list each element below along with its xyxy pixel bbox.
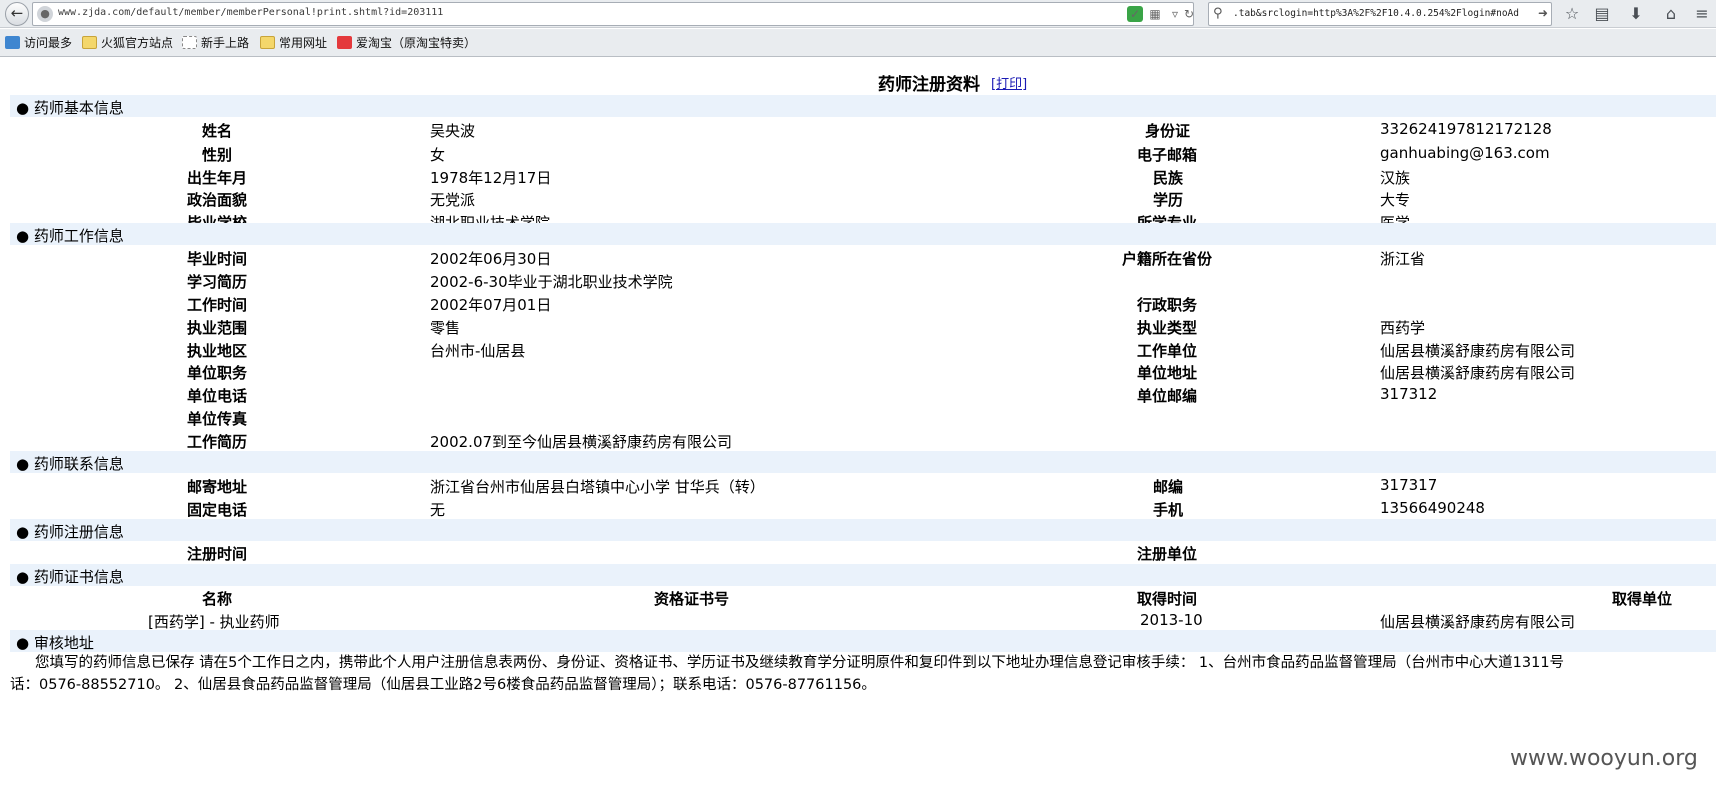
search-text[interactable]: .tab&srclogin=http%3A%2F%2F10.4.0.254%2F… (1233, 8, 1519, 19)
unit-zip-label: 单位邮编 (1137, 387, 1198, 405)
menu-icon[interactable]: ≡ (1692, 4, 1712, 24)
id-value: 332624197812172128 (1380, 120, 1552, 138)
bookmark-list-icon[interactable]: ▤ (1592, 4, 1612, 24)
gender-label: 性别 (202, 146, 233, 164)
unit-address-value: 仙居县横溪舒康药房有限公司 (1380, 364, 1576, 382)
section-work-info: ● 药师工作信息 (10, 223, 1716, 245)
ethnic-label: 民族 (1153, 169, 1184, 187)
section-register-info: ● 药师注册信息 (10, 519, 1716, 541)
bookmark-aitaobao[interactable]: 爱淘宝（原淘宝特卖） (337, 35, 476, 51)
search-box[interactable]: ⚲ .tab&srclogin=http%3A%2F%2F10.4.0.254%… (1208, 2, 1552, 26)
province-label: 户籍所在省份 (1122, 250, 1213, 268)
mail-address-value: 浙江省台州市仙居县白塔镇中心小学 甘华兵（转） (430, 478, 765, 496)
practice-type-value: 西药学 (1380, 319, 1426, 337)
work-resume-value: 2002.07到至今仙居县横溪舒康药房有限公司 (430, 433, 733, 451)
birth-value: 1978年12月17日 (430, 169, 552, 187)
work-start-value: 2002年07月01日 (430, 296, 552, 314)
unit-phone-label: 单位电话 (187, 387, 248, 405)
grad-time-label: 毕业时间 (187, 250, 248, 268)
download-icon[interactable]: ⬇ (1626, 4, 1646, 24)
cert-header-name: 名称 (202, 590, 233, 608)
qr-code-icon[interactable]: ▦ (1147, 6, 1163, 22)
cert-header-date: 取得时间 (1137, 590, 1198, 608)
practice-scope-value: 零售 (430, 319, 461, 337)
go-arrow-icon[interactable]: ➜ (1538, 6, 1548, 20)
mail-address-label: 邮寄地址 (187, 478, 248, 496)
back-arrow-icon[interactable]: ← (5, 2, 29, 26)
practice-area-label: 执业地区 (187, 342, 248, 360)
shield-icon[interactable]: ✓ (1127, 6, 1143, 22)
browser-navbar: ← ● www.zjda.com/default/member/memberPe… (0, 0, 1716, 28)
email-label: 电子邮箱 (1137, 146, 1198, 164)
email-value: ganhuabing@163.com (1380, 144, 1550, 162)
globe-icon: ● (37, 6, 53, 22)
education-label: 学历 (1153, 191, 1184, 209)
bookmark-most-visited[interactable]: 访问最多 (5, 35, 72, 51)
watermark: www.wooyun.org (1510, 746, 1698, 771)
cert-header-number: 资格证书号 (654, 590, 730, 608)
notice-line-2: 话：0576-88552710。 2、仙居县食品药品监督管理局（仙居县工业路2号… (10, 677, 876, 693)
page-icon (182, 36, 197, 49)
page-title: 药师注册资料 (878, 75, 980, 95)
unit-zip-value: 317312 (1380, 385, 1438, 403)
postcode-label: 邮编 (1153, 478, 1184, 496)
grad-time-value: 2002年06月30日 (430, 250, 552, 268)
section-basic-info: ● 药师基本信息 (10, 95, 1716, 117)
section-cert-info: ● 药师证书信息 (10, 564, 1716, 586)
cert-date-value: 2013-10 (1140, 611, 1203, 629)
search-icon: ⚲ (1213, 6, 1223, 21)
cert-header-unit: 取得单位 (1612, 590, 1673, 608)
bookmarks-toolbar: 访问最多 火狐官方站点 新手上路 常用网址 爱淘宝（原淘宝特卖） (0, 29, 1716, 57)
reload-icon[interactable]: ↻ (1181, 6, 1197, 22)
study-history-value: 2002-6-30毕业于湖北职业技术学院 (430, 273, 673, 291)
practice-area-value: 台州市-仙居县 (430, 342, 526, 360)
register-unit-label: 注册单位 (1137, 545, 1198, 563)
home-icon[interactable]: ⌂ (1661, 4, 1681, 24)
mobile-value: 13566490248 (1380, 499, 1485, 517)
address-text[interactable]: www.zjda.com/default/member/memberPerson… (58, 7, 443, 18)
practice-type-label: 执业类型 (1137, 319, 1198, 337)
work-unit-value: 仙居县横溪舒康药房有限公司 (1380, 342, 1576, 360)
star-icon[interactable]: ☆ (1562, 4, 1582, 24)
birth-label: 出生年月 (187, 169, 248, 187)
work-resume-label: 工作简历 (187, 433, 248, 451)
study-history-label: 学习简历 (187, 273, 248, 291)
section-contact-info: ● 药师联系信息 (10, 451, 1716, 473)
cert-name-value: [西药学] - 执业药师 (148, 613, 280, 631)
politics-label: 政治面貌 (187, 191, 248, 209)
work-unit-label: 工作单位 (1137, 342, 1198, 360)
politics-value: 无党派 (430, 191, 476, 209)
mobile-label: 手机 (1153, 501, 1184, 519)
unit-address-label: 单位地址 (1137, 364, 1198, 382)
ethnic-value: 汉族 (1380, 169, 1411, 187)
section-audit-address: ● 审核地址 (10, 630, 1716, 652)
folder-icon (260, 36, 275, 49)
unit-duty-label: 单位职务 (187, 364, 248, 382)
register-time-label: 注册时间 (187, 545, 248, 563)
province-value: 浙江省 (1380, 250, 1426, 268)
bookmark-firefox-site[interactable]: 火狐官方站点 (82, 35, 173, 51)
notice-line-1: 您填写的药师信息已保存 请在5个工作日之内，携带此个人用户注册信息表两份、身份证… (35, 655, 1565, 671)
fixed-phone-value: 无 (430, 501, 446, 519)
gender-value: 女 (430, 146, 446, 164)
bookmark-getting-started[interactable]: 新手上路 (182, 35, 249, 51)
audit-notice: 您填写的药师信息已保存 请在5个工作日之内，携带此个人用户注册信息表两份、身份证… (10, 652, 1716, 696)
name-label: 姓名 (202, 122, 233, 140)
print-link[interactable]: [打印] (991, 73, 1027, 92)
taobao-icon (337, 36, 352, 49)
admin-duty-label: 行政职务 (1137, 296, 1198, 314)
bookmark-common-sites[interactable]: 常用网址 (260, 35, 327, 51)
id-label: 身份证 (1145, 122, 1191, 140)
address-bar[interactable]: ● www.zjda.com/default/member/memberPers… (32, 2, 1194, 26)
practice-scope-label: 执业范围 (187, 319, 248, 337)
unit-fax-label: 单位传真 (187, 410, 248, 428)
work-start-label: 工作时间 (187, 296, 248, 314)
cert-unit-value: 仙居县横溪舒康药房有限公司 (1380, 613, 1576, 631)
name-value: 吴央波 (430, 122, 476, 140)
most-visited-icon (5, 36, 20, 49)
education-value: 大专 (1380, 191, 1411, 209)
fixed-phone-label: 固定电话 (187, 501, 248, 519)
postcode-value: 317317 (1380, 476, 1438, 494)
folder-icon (82, 36, 97, 49)
